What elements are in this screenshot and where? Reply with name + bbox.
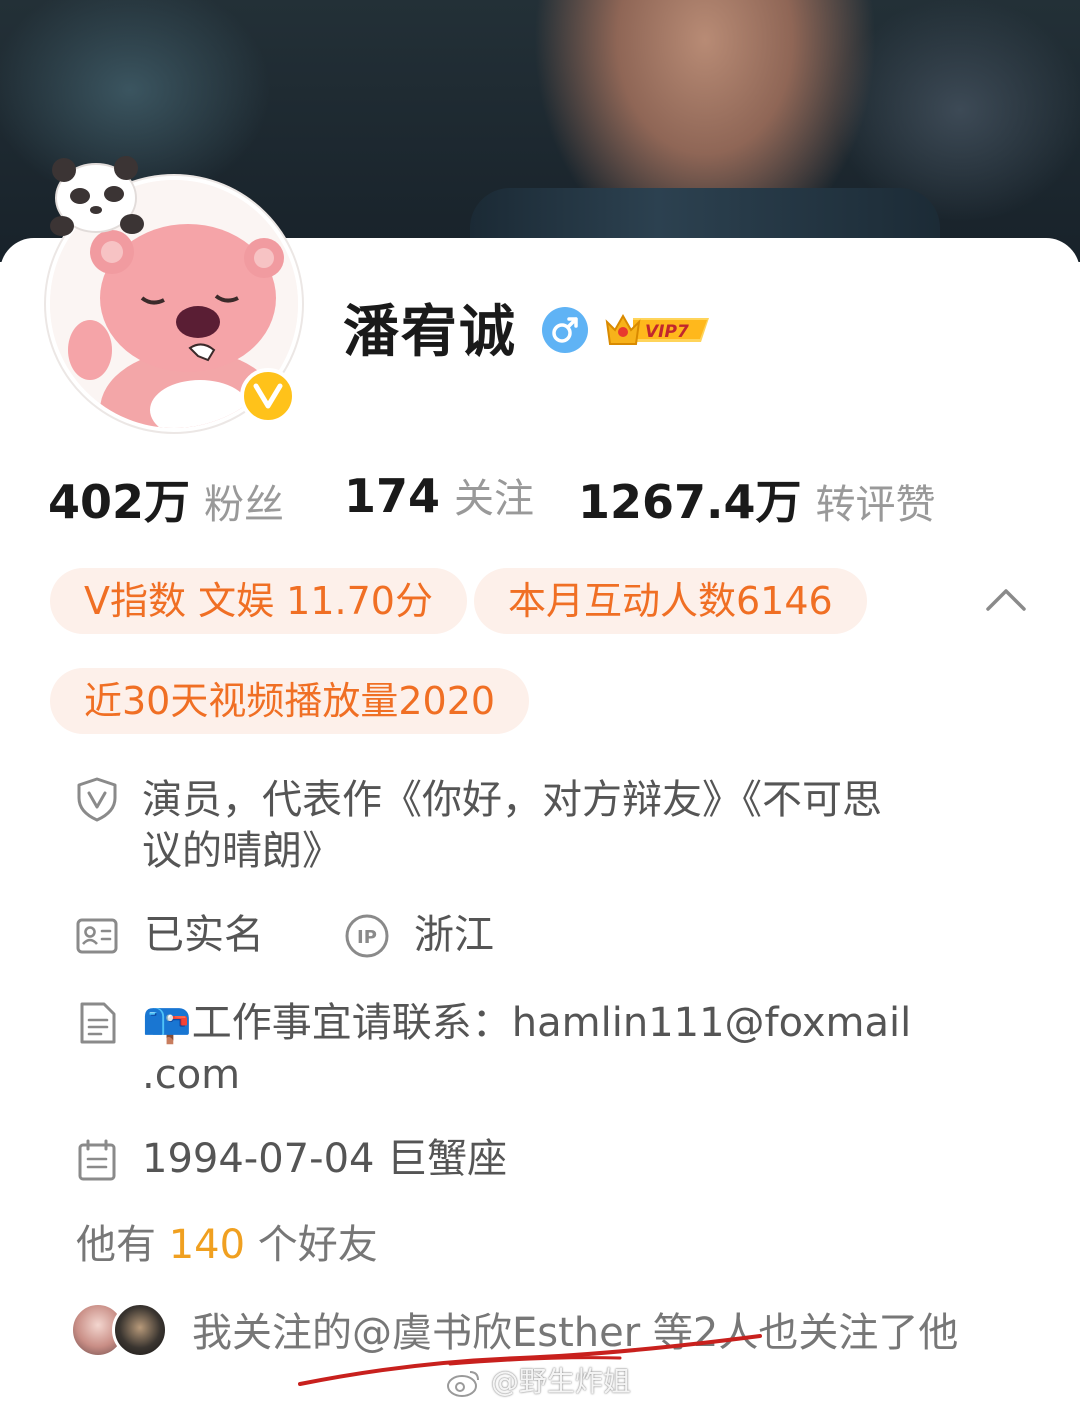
ip-location: 浙江 [414, 912, 494, 958]
mutual-avatar-2[interactable] [112, 1302, 168, 1358]
realname-status: 已实名 [144, 912, 264, 958]
friends-suffix: 个好友 [257, 1222, 378, 1268]
stat-following[interactable]: 174 关注 [344, 466, 534, 524]
friends-count-line[interactable]: 他有 140 个好友 [76, 1218, 378, 1272]
tag-video-plays[interactable]: 近30天视频播放量2020 [50, 668, 530, 734]
contact-line-2: .com [142, 1052, 241, 1098]
panda-pendant-icon [50, 156, 144, 236]
stat-following-label: 关注 [454, 476, 535, 522]
stat-followers-label: 粉丝 [204, 482, 285, 528]
friends-prefix: 他有 [76, 1222, 156, 1268]
id-card-icon [76, 918, 118, 954]
friends-count: 140 [168, 1222, 246, 1268]
profile-name: 潘宥诚 [343, 300, 517, 365]
vip-crown-icon[interactable]: VIP7 [603, 308, 715, 352]
svg-text:IP: IP [357, 927, 377, 948]
bio-line-1: 演员，代表作《你好，对方辩友》《不可思 [142, 777, 882, 823]
verified-v-icon [240, 368, 296, 424]
vip-label: VIP7 [645, 322, 689, 342]
verified-v-glyph [253, 383, 283, 409]
birthday: 1994-07-04 巨蟹座 [142, 1136, 508, 1182]
contact-line-1: 📪工作事宜请联系：hamlin111@foxmail [142, 1000, 912, 1046]
watermark: @野生炸姐 [446, 1360, 631, 1404]
stat-followers[interactable]: 402万 粉丝 [48, 466, 284, 532]
calendar-icon [78, 1139, 116, 1181]
ip-icon: IP [345, 914, 389, 958]
stat-interactions-label: 转评赞 [815, 482, 936, 528]
shield-v-icon [77, 777, 117, 822]
watermark-text: @野生炸姐 [490, 1365, 631, 1398]
vip-badge-graphic: VIP7 [605, 313, 709, 345]
stat-following-value: 174 [344, 469, 441, 523]
stat-interactions-value: 1267.4万 [578, 475, 802, 529]
gender-male-icon [542, 307, 588, 353]
tag-v-index[interactable]: V指数 文娱 11.70分 [50, 568, 467, 634]
weibo-logo-icon [447, 1371, 479, 1397]
stat-interactions[interactable]: 1267.4万 转评赞 [578, 466, 936, 532]
document-icon [80, 1002, 116, 1044]
chevron-up-icon[interactable] [984, 583, 1028, 615]
tag-monthly-interactions[interactable]: 本月互动人数6146 [474, 568, 867, 634]
bio-line-2: 议的晴朗》 [142, 828, 342, 874]
stat-followers-value: 402万 [48, 475, 191, 529]
